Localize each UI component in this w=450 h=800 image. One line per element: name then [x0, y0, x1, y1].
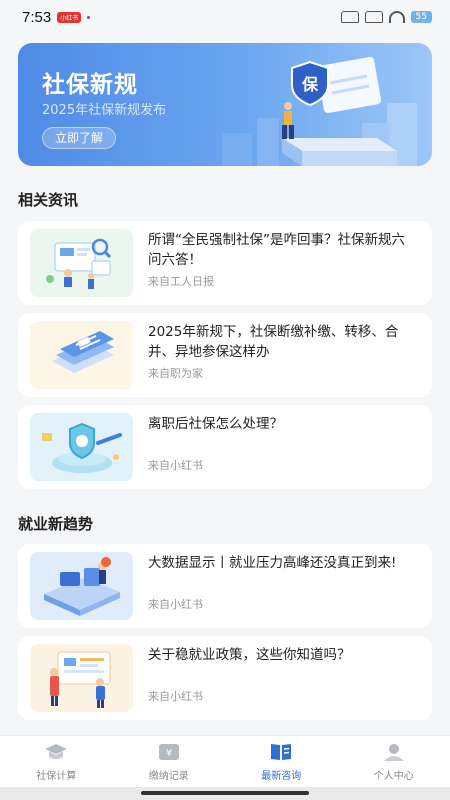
status-bar: 7:53 小红书 55	[0, 0, 450, 34]
trend-source: 来自小红书	[148, 598, 203, 611]
yuan-box-icon: ¥	[158, 744, 179, 760]
promo-banner[interactable]: 社保新规 2025年社保新规发布 立即了解 保	[18, 43, 432, 166]
news-title: 所谓“全民强制社保”是咋回事？社保新规六问六答！	[148, 232, 405, 268]
trend-thumbnail	[30, 644, 133, 712]
tab-label: 最新咨询	[261, 771, 302, 782]
status-time: 7:53	[22, 8, 52, 26]
trend-thumbnail	[30, 552, 133, 620]
trend-source: 来自小红书	[148, 690, 203, 703]
tab-label: 社保计算	[36, 771, 77, 782]
banner-illustration: 保	[222, 56, 417, 166]
analytics-illustration-icon	[46, 238, 112, 289]
trend-card[interactable]: 大数据显示丨就业压力高峰还没真正到来! 来自小红书	[18, 544, 432, 628]
news-card[interactable]: 所谓“全民强制社保”是咋回事？社保新规六问六答！ 来自工人日报	[18, 221, 432, 305]
tab-label: 缴纳记录	[148, 771, 189, 782]
tab-insurance-calc[interactable]: 社保计算	[0, 736, 113, 787]
user-icon	[383, 744, 404, 761]
book-icon	[271, 744, 292, 760]
tab-label: 个人中心	[373, 771, 414, 782]
news-source: 来自职为家	[148, 367, 203, 380]
news-thumbnail	[30, 413, 133, 481]
svg-text:¥: ¥	[166, 748, 172, 759]
news-card[interactable]: 2025年新规下，社保断缴补缴、转移、合并、异地参保这样办 来自职为家	[18, 313, 432, 397]
news-thumbnail	[30, 229, 133, 297]
shield-magnifier-icon	[42, 422, 122, 473]
graduation-cap-icon	[45, 744, 68, 759]
banner-shield-text: 保	[301, 75, 319, 94]
banner-subtitle: 2025年社保新规发布	[42, 103, 167, 118]
news-thumbnail	[30, 321, 133, 389]
trend-card[interactable]: 关于稳就业政策，这些你知道吗？ 来自小红书	[18, 636, 432, 720]
news-source: 来自工人日报	[148, 275, 214, 288]
tab-profile[interactable]: 个人中心	[338, 736, 450, 787]
tab-payment-records[interactable]: ¥ 缴纳记录	[113, 736, 226, 787]
news-title: 2025年新规下，社保断缴补缴、转移、合并、异地参保这样办	[148, 324, 399, 360]
learn-more-button[interactable]: 立即了解	[42, 127, 117, 149]
news-title: 离职后社保怎么处理？	[148, 416, 283, 432]
signal-2-icon	[364, 11, 383, 23]
news-source: 来自小红书	[148, 459, 203, 472]
notification-dot-icon	[87, 15, 91, 19]
bottom-tab-bar: 社保计算 ¥ 缴纳记录 最新咨询 个人中心	[0, 735, 450, 787]
status-right: 55	[340, 11, 432, 23]
people-board-illustration-icon	[50, 651, 111, 708]
news-card[interactable]: 离职后社保怎么处理？ 来自小红书	[18, 405, 432, 489]
home-indicator	[0, 787, 450, 800]
status-left: 7:53 小红书	[22, 8, 91, 26]
section-title-news: 相关资讯	[18, 191, 79, 209]
notification-badge: 小红书	[57, 11, 82, 23]
trend-title: 大数据显示丨就业压力高峰还没真正到来!	[148, 555, 397, 571]
document-stack-icon	[52, 331, 114, 373]
office-desk-illustration-icon	[44, 557, 120, 616]
trend-title: 关于稳就业政策，这些你知道吗？	[148, 647, 351, 663]
wifi-icon	[388, 11, 405, 23]
banner-title: 社保新规	[42, 72, 138, 98]
section-title-trends: 就业新趋势	[18, 515, 94, 533]
home-bar[interactable]	[141, 791, 309, 795]
signal-icon	[340, 11, 359, 23]
battery-icon: 55	[410, 11, 432, 23]
tab-latest-news[interactable]: 最新咨询	[225, 736, 338, 787]
